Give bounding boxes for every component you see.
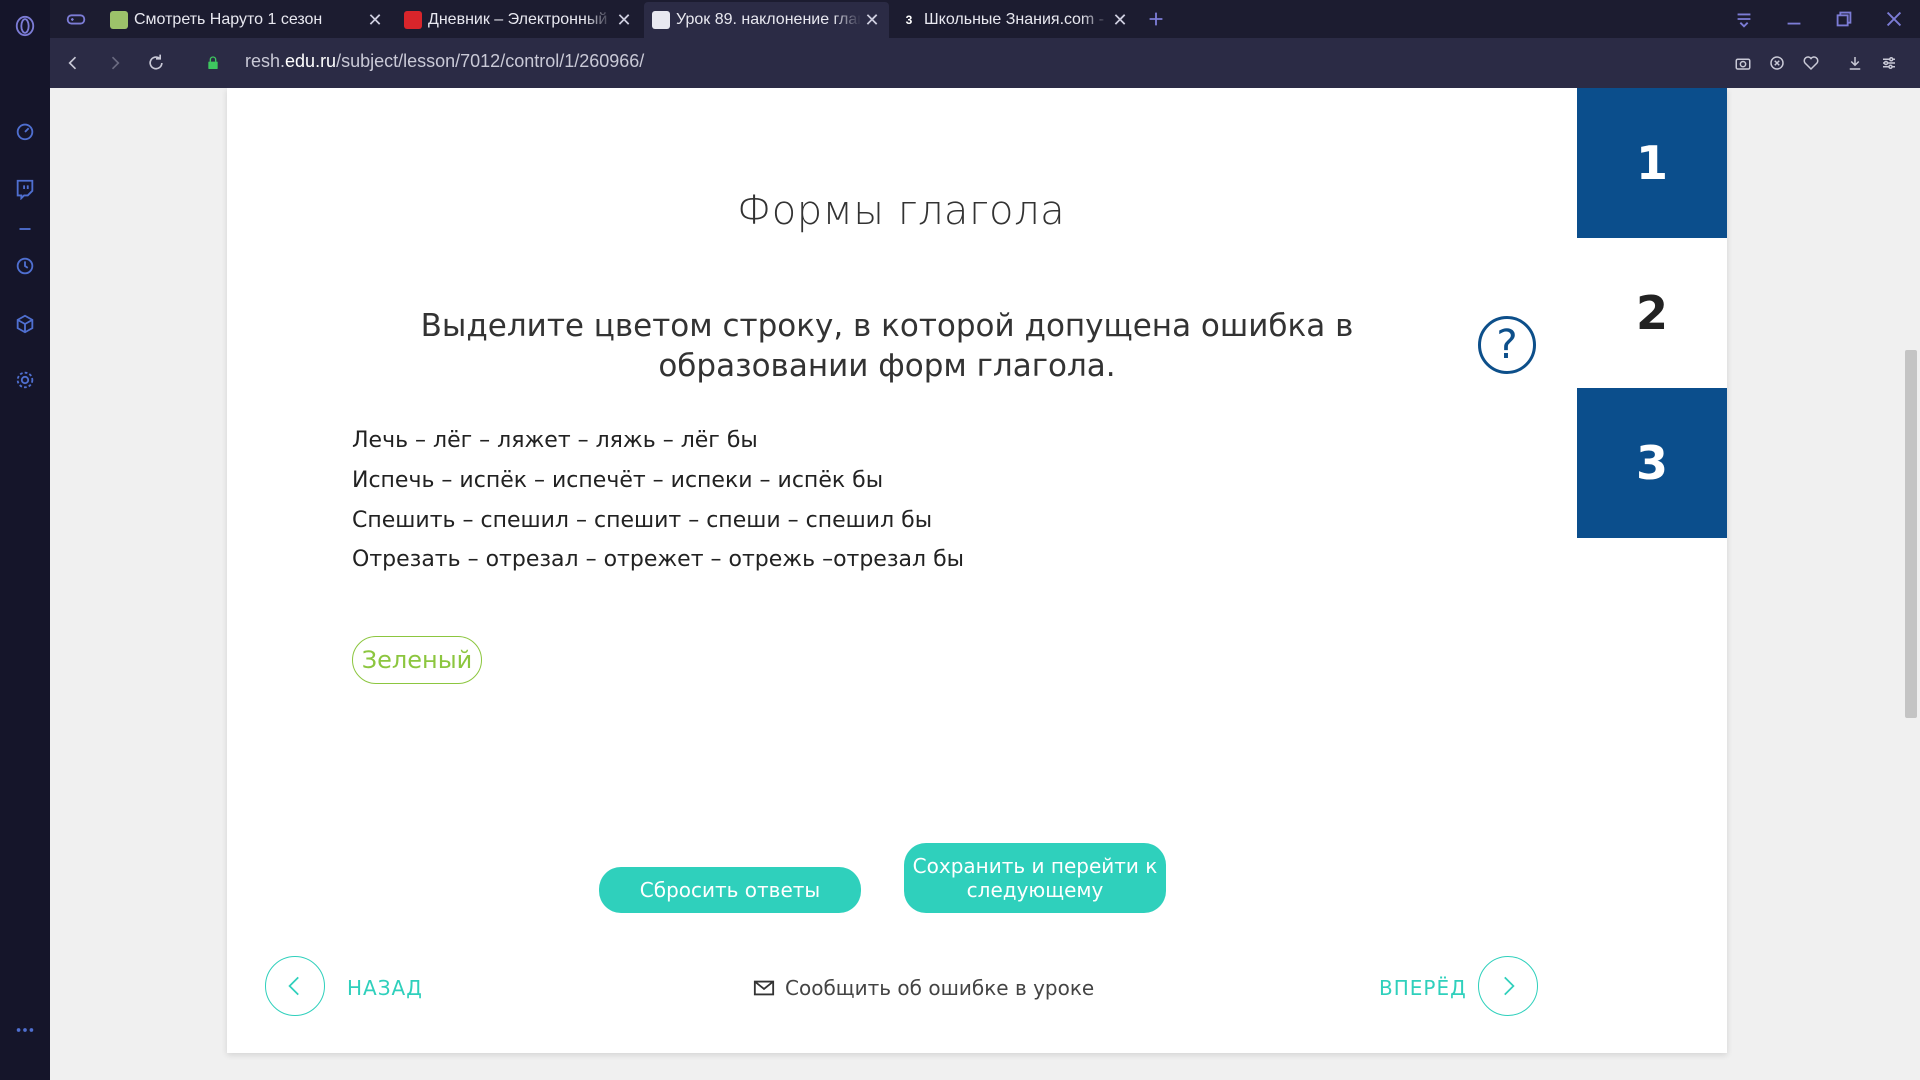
snapshot-camera-icon[interactable] bbox=[1730, 50, 1756, 76]
close-window-icon[interactable] bbox=[1880, 5, 1908, 33]
reload-icon[interactable] bbox=[143, 50, 169, 76]
heart-bookmark-icon[interactable] bbox=[1798, 50, 1824, 76]
speed-dial-icon[interactable] bbox=[11, 117, 39, 145]
tab-znanija[interactable]: 3 Школьные Знания.com - Р ✕ bbox=[892, 2, 1137, 38]
close-tab-icon[interactable]: ✕ bbox=[613, 10, 635, 31]
tab-bar: Смотреть Наруто 1 сезон ✕ Дневник – Элек… bbox=[50, 0, 1920, 38]
back-link[interactable]: НАЗАД bbox=[347, 976, 423, 1000]
report-error-label: Сообщить об ошибке в уроке bbox=[785, 976, 1095, 1000]
answer-option-2[interactable]: Испечь – испёк – испечёт – испеки – испё… bbox=[352, 468, 883, 493]
close-tab-icon[interactable]: ✕ bbox=[1109, 10, 1131, 31]
opera-logo-icon[interactable] bbox=[11, 12, 39, 40]
tab-diary[interactable]: Дневник – Электронный ж ✕ bbox=[396, 2, 641, 38]
forward-circle-button[interactable] bbox=[1478, 956, 1538, 1016]
save-and-next-button[interactable]: Сохранить и перейти к следующему bbox=[904, 843, 1166, 913]
diary-favicon-icon bbox=[404, 11, 422, 29]
help-question-button[interactable]: ? bbox=[1478, 316, 1536, 374]
tab-menu-icon[interactable] bbox=[1730, 5, 1758, 33]
tab-naruto[interactable]: Смотреть Наруто 1 сезон ✕ bbox=[102, 2, 392, 38]
restore-icon[interactable] bbox=[1830, 5, 1858, 33]
step-1-button[interactable]: 1 bbox=[1577, 88, 1727, 238]
answer-option-3[interactable]: Спешить – спешил – спешит – спеши – спеш… bbox=[352, 508, 932, 533]
znanija-favicon-icon: 3 bbox=[905, 13, 913, 27]
minimize-icon[interactable] bbox=[1780, 5, 1808, 33]
reset-answers-button[interactable]: Сбросить ответы bbox=[599, 867, 861, 913]
download-icon[interactable] bbox=[1842, 50, 1868, 76]
step-2-button[interactable]: 2 bbox=[1577, 238, 1727, 388]
scrollbar-thumb[interactable] bbox=[1905, 350, 1917, 718]
task-title: Формы глагола bbox=[736, 188, 1066, 234]
tab-title: Дневник – Электронный ж bbox=[428, 11, 613, 28]
step-3-button[interactable]: 3 bbox=[1577, 388, 1727, 538]
close-tab-icon[interactable]: ✕ bbox=[364, 10, 386, 31]
more-options-icon[interactable] bbox=[11, 1016, 39, 1044]
chevron-right-icon bbox=[1504, 976, 1515, 996]
back-arrow-icon[interactable] bbox=[60, 50, 86, 76]
back-circle-button[interactable] bbox=[265, 956, 325, 1016]
gamepad-icon[interactable] bbox=[62, 5, 90, 33]
history-icon[interactable] bbox=[11, 252, 39, 280]
answer-option-4[interactable]: Отрезать – отрезал – отрежет – отрежь –о… bbox=[352, 547, 964, 572]
easy-setup-icon[interactable] bbox=[1876, 50, 1902, 76]
lesson-card: Формы глагола Выделите цветом строку, в … bbox=[227, 88, 1727, 1053]
report-error-link[interactable]: Сообщить об ошибке в уроке bbox=[753, 976, 1094, 1000]
tab-title: Смотреть Наруто 1 сезон bbox=[134, 11, 323, 28]
chevron-left-icon bbox=[288, 976, 299, 996]
twitch-icon[interactable] bbox=[11, 175, 39, 203]
browser-sidebar bbox=[0, 0, 50, 1080]
page-viewport: Формы глагола Выделите цветом строку, в … bbox=[50, 88, 1902, 1080]
tab-lesson[interactable]: Урок 89. наклонение глаго ✕ bbox=[644, 2, 889, 38]
tab-title: Школьные Знания.com - Р bbox=[924, 11, 1109, 28]
adblock-icon[interactable] bbox=[1764, 50, 1790, 76]
settings-gear-icon[interactable] bbox=[11, 366, 39, 394]
page-scrollbar[interactable] bbox=[1902, 88, 1920, 1080]
forward-link[interactable]: ВПЕРЁД bbox=[1379, 976, 1467, 1000]
new-tab-icon[interactable] bbox=[1142, 5, 1170, 33]
extensions-icon[interactable] bbox=[11, 310, 39, 338]
secure-lock-icon[interactable] bbox=[200, 50, 226, 76]
task-question: Выделите цветом строку, в которой допуще… bbox=[420, 308, 1354, 384]
highlight-color-chip[interactable]: Зеленый bbox=[352, 636, 482, 684]
naruto-favicon-icon bbox=[110, 11, 128, 29]
tab-title: Урок 89. наклонение глаго bbox=[676, 11, 861, 28]
forward-arrow-icon[interactable] bbox=[102, 50, 128, 76]
url-field[interactable]: resh.edu.ru/subject/lesson/7012/control/… bbox=[245, 51, 644, 72]
envelope-icon bbox=[753, 980, 775, 996]
resh-favicon-icon bbox=[652, 11, 670, 29]
sidebar-divider bbox=[11, 215, 39, 243]
close-tab-icon[interactable]: ✕ bbox=[861, 10, 883, 31]
address-bar: resh.edu.ru/subject/lesson/7012/control/… bbox=[50, 38, 1920, 88]
answer-option-1[interactable]: Лечь – лёг – ляжет – ляжь – лёг бы bbox=[352, 428, 758, 453]
